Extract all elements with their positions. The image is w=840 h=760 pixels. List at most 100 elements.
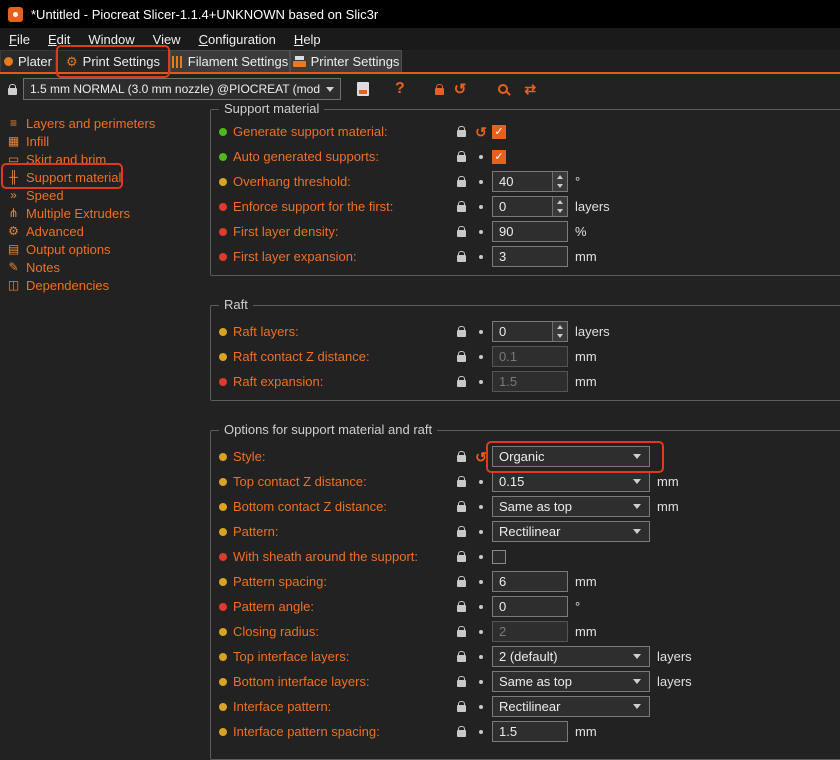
dropdown-bottom-contact-z[interactable]: Same as top — [492, 496, 650, 517]
text-input-first-layer-expansion[interactable]: 3 — [492, 246, 568, 267]
text-input-interface-pattern-spacing[interactable]: 1.5 — [492, 721, 568, 742]
input-value: 1.5 — [499, 374, 561, 389]
help-icon[interactable]: ? — [395, 81, 405, 97]
preset-dropdown[interactable]: 1.5 mm NORMAL (3.0 mm nozzle) @PIOCREAT … — [23, 78, 341, 100]
spinner-arrows[interactable] — [552, 172, 567, 191]
setting-row-auto-supports: Auto generated supports: — [211, 144, 840, 169]
setting-label: Top interface layers: — [233, 649, 457, 664]
dropdown-style[interactable]: Organic — [492, 446, 650, 467]
printer-icon — [293, 56, 306, 67]
lock-icon — [457, 355, 466, 362]
spin-input-overhang-threshold[interactable]: 40 — [492, 171, 568, 192]
sidebar-item-advanced[interactable]: ⚙ Advanced — [0, 222, 200, 240]
spinner-arrows[interactable] — [552, 322, 567, 341]
status-bullet — [219, 728, 227, 736]
menu-help[interactable]: Help — [285, 30, 330, 49]
checkbox-sheath[interactable] — [492, 550, 506, 564]
lock-settings-icon[interactable] — [435, 88, 444, 95]
sidebar-item-output-options[interactable]: ▤ Output options — [0, 240, 200, 258]
sidebar-item-notes[interactable]: ✎ Notes — [0, 258, 200, 276]
dot-icon — [474, 680, 488, 684]
menu-file[interactable]: File — [0, 30, 39, 49]
unit-label: mm — [575, 249, 597, 264]
menu-view[interactable]: View — [144, 30, 190, 49]
input-value: 0.1 — [499, 349, 561, 364]
chevron-down-icon — [633, 504, 641, 509]
setting-row-top-interface-layers: Top interface layers: 2 (default) layers — [211, 644, 840, 669]
lock-icon — [457, 205, 466, 212]
group-raft: Raft Raft layers: 0 layers Raft contact … — [210, 305, 840, 401]
setting-label: First layer expansion: — [233, 249, 457, 264]
text-input-pattern-spacing[interactable]: 6 — [492, 571, 568, 592]
menu-edit[interactable]: Edit — [39, 30, 79, 49]
group-title: Raft — [219, 297, 253, 312]
tab-print-settings[interactable]: ⚙ Print Settings — [56, 50, 170, 72]
lock-icon — [457, 630, 466, 637]
input-value: 3 — [499, 249, 561, 264]
compare-presets-icon[interactable]: ⇄ — [524, 82, 536, 96]
dropdown-bottom-interface-layers[interactable]: Same as top — [492, 671, 650, 692]
setting-label: Style: — [233, 449, 457, 464]
checkbox-generate-support[interactable] — [492, 125, 506, 139]
tab-filament-settings[interactable]: Filament Settings — [170, 50, 290, 72]
revert-icon[interactable]: ↺ — [474, 450, 488, 464]
extruders-icon: ⋔ — [6, 207, 21, 219]
sidebar-item-layers-and-perimeters[interactable]: ≡ Layers and perimeters — [0, 114, 200, 132]
status-bullet — [219, 653, 227, 661]
sidebar-item-dependencies[interactable]: ◫ Dependencies — [0, 276, 200, 294]
dot-icon — [474, 555, 488, 559]
tab-label: Filament Settings — [188, 54, 288, 69]
lock-icon — [457, 555, 466, 562]
setting-row-pattern-angle: Pattern angle: 0 ° — [211, 594, 840, 619]
sidebar-item-support-material[interactable]: ╫ Support material — [0, 168, 200, 186]
sidebar-item-multiple-extruders[interactable]: ⋔ Multiple Extruders — [0, 204, 200, 222]
revert-icon[interactable]: ↺ — [474, 125, 488, 139]
sidebar-item-label: Support material — [26, 170, 121, 185]
dot-icon — [474, 355, 488, 359]
unit-label: mm — [657, 474, 679, 489]
save-preset-icon[interactable] — [357, 82, 369, 96]
text-input-pattern-angle[interactable]: 0 — [492, 596, 568, 617]
status-bullet — [219, 128, 227, 136]
sidebar-item-label: Advanced — [26, 224, 84, 239]
checkbox-auto-supports[interactable] — [492, 150, 506, 164]
group-title: Support material — [219, 101, 324, 116]
chevron-down-icon — [633, 529, 641, 534]
status-bullet — [219, 578, 227, 586]
unit-label: layers — [575, 199, 610, 214]
spinner-arrows[interactable] — [552, 197, 567, 216]
dot-icon — [474, 655, 488, 659]
setting-label: Closing radius: — [233, 624, 457, 639]
status-bullet — [219, 378, 227, 386]
menu-configuration[interactable]: Configuration — [190, 30, 285, 49]
dropdown-pattern[interactable]: Rectilinear — [492, 521, 650, 542]
input-value: 0 — [499, 599, 561, 614]
support-icon: ╫ — [6, 171, 21, 183]
setting-label: First layer density: — [233, 224, 457, 239]
dropdown-value: Rectilinear — [499, 524, 629, 539]
setting-label: Raft expansion: — [233, 374, 457, 389]
text-input-first-layer-density[interactable]: 90 — [492, 221, 568, 242]
tab-plater[interactable]: Plater — [0, 50, 56, 72]
sidebar-item-speed[interactable]: » Speed — [0, 186, 200, 204]
search-icon[interactable] — [498, 84, 508, 94]
dropdown-interface-pattern[interactable]: Rectilinear — [492, 696, 650, 717]
spin-input-enforce-support[interactable]: 0 — [492, 196, 568, 217]
setting-label: Overhang threshold: — [233, 174, 457, 189]
setting-row-pattern-spacing: Pattern spacing: 6 mm — [211, 569, 840, 594]
menu-window[interactable]: Window — [79, 30, 143, 49]
sidebar-item-infill[interactable]: ▦ Infill — [0, 132, 200, 150]
unit-label: mm — [575, 374, 597, 389]
tab-label: Print Settings — [83, 54, 160, 69]
dot-icon — [474, 155, 488, 159]
dropdown-top-interface-layers[interactable]: 2 (default) — [492, 646, 650, 667]
dropdown-value: Same as top — [499, 674, 629, 689]
lock-icon — [457, 255, 466, 262]
revert-all-icon[interactable]: ↺ — [454, 82, 467, 97]
spin-input-raft-layers[interactable]: 0 — [492, 321, 568, 342]
tab-printer-settings[interactable]: Printer Settings — [290, 50, 402, 72]
sidebar-item-skirt-and-brim[interactable]: ▭ Skirt and brim — [0, 150, 200, 168]
status-bullet — [219, 678, 227, 686]
dropdown-top-contact-z[interactable]: 0.15 — [492, 471, 650, 492]
sidebar-item-label: Dependencies — [26, 278, 109, 293]
